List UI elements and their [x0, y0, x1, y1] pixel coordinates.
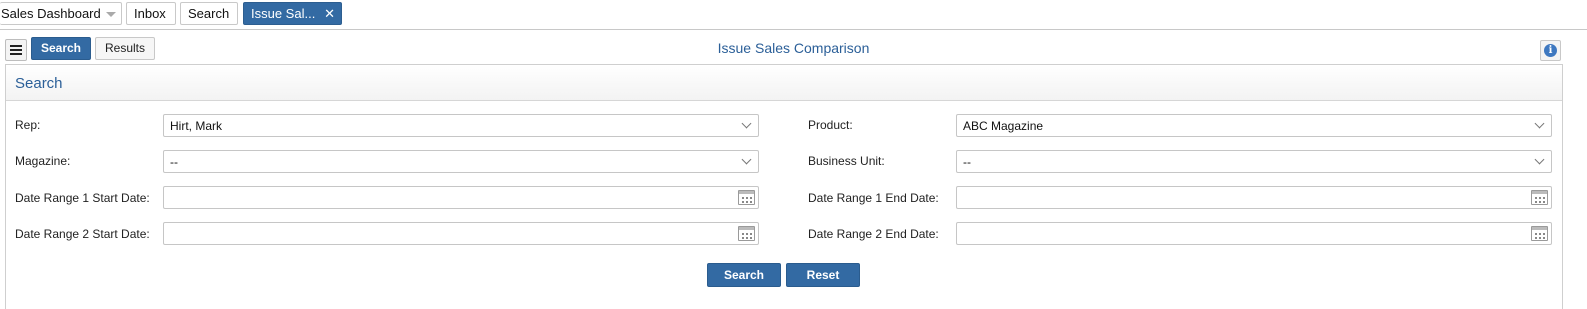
tab-label: Search: [188, 6, 230, 21]
business-unit-value: --: [963, 155, 971, 169]
magazine-select[interactable]: --: [163, 150, 759, 173]
tab-label: Inbox: [134, 6, 166, 21]
product-value: ABC Magazine: [963, 119, 1044, 133]
tab-strip: Sales Dashboard Inbox Search Issue Sal..…: [0, 0, 1587, 30]
business-unit-label: Business Unit:: [808, 154, 885, 168]
date-range-2-end-label: Date Range 2 End Date:: [808, 227, 939, 241]
chevron-down-icon: [741, 154, 752, 165]
magazine-label: Magazine:: [15, 154, 71, 168]
reset-button[interactable]: Reset: [786, 263, 860, 287]
chevron-down-icon: [1534, 154, 1545, 165]
date-range-1-end-input[interactable]: [956, 186, 1552, 209]
info-button[interactable]: i: [1540, 40, 1561, 61]
panel-title: Search: [15, 75, 63, 92]
chevron-down-icon: [741, 118, 752, 129]
rep-select[interactable]: Hirt, Mark: [163, 114, 759, 137]
chevron-down-icon: [1534, 118, 1545, 129]
tab-inbox[interactable]: Inbox: [126, 2, 176, 25]
product-select[interactable]: ABC Magazine: [956, 114, 1552, 137]
tab-issue-sales[interactable]: Issue Sal... ✕: [243, 2, 342, 25]
business-unit-select[interactable]: --: [956, 150, 1552, 173]
search-button[interactable]: Search: [707, 263, 781, 287]
calendar-icon[interactable]: [738, 190, 755, 205]
date-range-2-start-input[interactable]: [163, 222, 759, 245]
tab-label: Issue Sal...: [251, 6, 316, 21]
calendar-icon[interactable]: [1531, 226, 1548, 241]
magazine-value: --: [170, 155, 178, 169]
calendar-icon[interactable]: [1531, 190, 1548, 205]
date-range-1-start-input[interactable]: [163, 186, 759, 209]
chevron-down-icon[interactable]: [106, 12, 116, 17]
date-range-1-end-label: Date Range 1 End Date:: [808, 191, 939, 205]
rep-label: Rep:: [15, 118, 41, 132]
panel-header: Search: [6, 65, 1562, 101]
rep-value: Hirt, Mark: [170, 119, 222, 133]
tab-label: Sales Dashboard: [1, 6, 101, 21]
page-title: Issue Sales Comparison: [0, 40, 1587, 56]
info-icon: i: [1544, 44, 1557, 57]
tab-search[interactable]: Search: [180, 2, 238, 25]
date-range-2-start-label: Date Range 2 Start Date:: [15, 227, 150, 241]
date-range-2-end-input[interactable]: [956, 222, 1552, 245]
date-range-1-start-label: Date Range 1 Start Date:: [15, 191, 150, 205]
close-icon[interactable]: ✕: [324, 3, 335, 24]
calendar-icon[interactable]: [738, 226, 755, 241]
product-label: Product:: [808, 118, 853, 132]
page-title-text: Issue Sales Comparison: [717, 40, 870, 56]
tab-sales-dashboard[interactable]: Sales Dashboard: [0, 2, 122, 25]
